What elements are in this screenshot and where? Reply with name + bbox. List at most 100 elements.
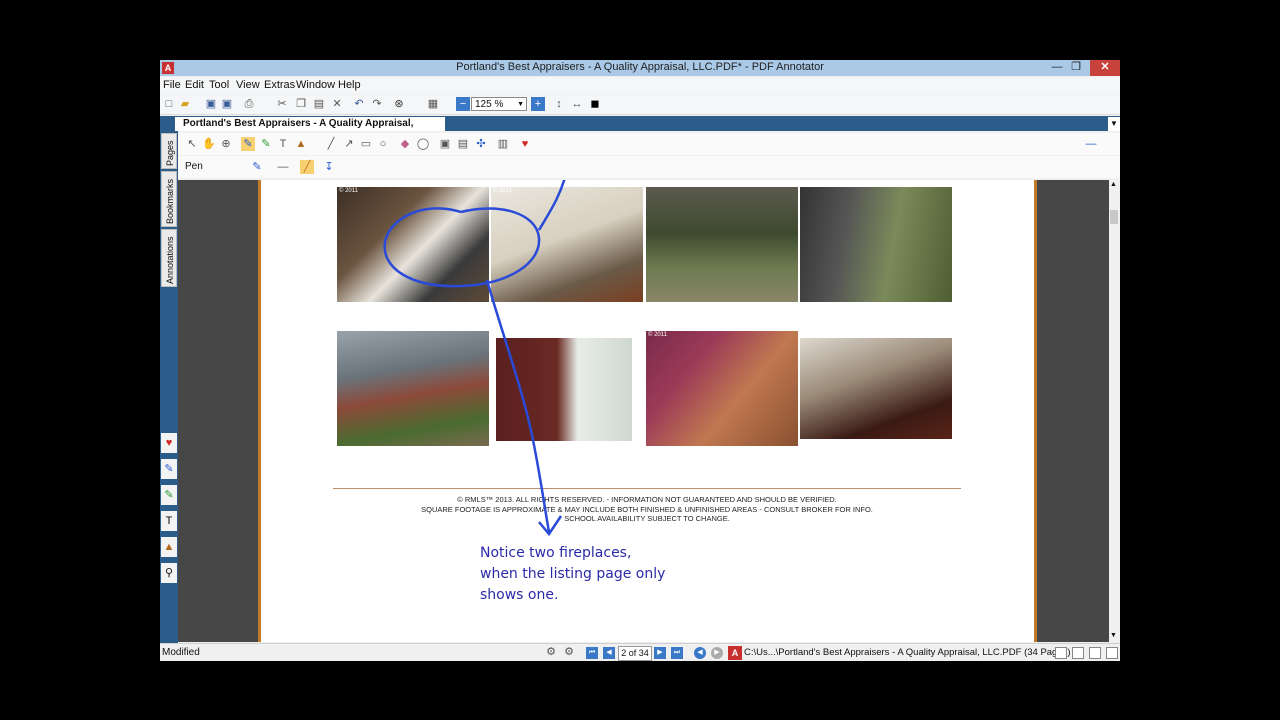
favorites-heart-icon[interactable]: ♥ <box>161 433 177 453</box>
title-bar: A Portland's Best Appraisers - A Quality… <box>160 60 1120 76</box>
ink-annotation-layer[interactable] <box>261 180 1034 642</box>
image-tool-icon[interactable]: ▣ <box>438 137 452 151</box>
page-layout-icon[interactable]: ▦ <box>426 97 440 111</box>
file-path: C:\Us...\Portland's Best Appraisers - A … <box>744 647 1071 658</box>
find-binoculars-icon[interactable]: ⊛ <box>392 97 406 111</box>
menu-file[interactable]: File <box>163 79 181 91</box>
menu-edit[interactable]: Edit <box>185 79 204 91</box>
paste-icon[interactable]: ▤ <box>312 97 326 111</box>
stamp-tool-icon[interactable]: ▲ <box>294 137 308 151</box>
zoom-tool-icon[interactable]: ⊕ <box>219 137 233 151</box>
single-page-view-icon[interactable] <box>1055 647 1067 659</box>
arrow-tool-icon[interactable]: ↗ <box>342 137 356 151</box>
smooth-stroke-icon[interactable]: ╱ <box>300 160 314 174</box>
pdf-file-icon: A <box>728 646 742 660</box>
scan-icon[interactable]: ⚙ <box>544 645 558 659</box>
next-page-icon[interactable]: ▶ <box>654 647 666 659</box>
save-icon[interactable]: ▣ <box>204 97 218 111</box>
scrollbar-thumb[interactable] <box>1110 210 1118 224</box>
first-page-icon[interactable]: ⏮ <box>586 647 598 659</box>
vertical-scrollbar[interactable]: ▲ ▼ <box>1109 180 1120 642</box>
rectangle-tool-icon[interactable]: ▭ <box>359 137 373 151</box>
grid-view-icon[interactable] <box>1106 647 1118 659</box>
undo-icon[interactable]: ↶ <box>352 97 366 111</box>
insert-page-icon[interactable]: ▥ <box>496 137 510 151</box>
close-button[interactable]: ✕ <box>1090 60 1120 76</box>
crop-icon[interactable]: ✣ <box>474 137 488 151</box>
pen-color-icon[interactable]: ✎ <box>250 160 264 174</box>
tab-list-dropdown-icon[interactable]: ▼ <box>1108 117 1120 131</box>
print-icon[interactable]: ⎙ <box>242 97 256 111</box>
menu-tool[interactable]: Tool <box>209 79 229 91</box>
copy-icon[interactable]: ❐ <box>294 97 308 111</box>
print-setup-icon[interactable]: ⚙ <box>562 645 576 659</box>
menu-extras[interactable]: Extras <box>264 79 295 91</box>
full-screen-icon[interactable]: ◼ <box>588 97 602 111</box>
favorites-heart-icon[interactable]: ♥ <box>518 137 532 151</box>
restore-button[interactable]: ❐ <box>1065 60 1087 76</box>
highlighter-tool-icon[interactable]: ✎ <box>259 137 273 151</box>
text-tool-icon[interactable]: T <box>276 137 290 151</box>
tab-pages[interactable]: Pages <box>161 133 177 169</box>
chevron-down-icon: ▼ <box>517 101 524 108</box>
pen-tool-icon[interactable]: ✎ <box>241 137 255 151</box>
last-page-icon[interactable]: ⏭ <box>671 647 683 659</box>
line-tool-icon[interactable]: ╱ <box>324 137 338 151</box>
collapse-toolbar-icon[interactable]: — <box>1084 137 1098 151</box>
current-tool-label: Pen <box>185 161 203 172</box>
stamp-icon[interactable]: ▲ <box>161 537 177 557</box>
open-folder-icon[interactable]: ▰ <box>178 97 192 111</box>
two-page-view-icon[interactable] <box>1089 647 1101 659</box>
menu-view[interactable]: View <box>236 79 260 91</box>
save-all-icon[interactable]: ▣ <box>220 97 234 111</box>
continuous-view-icon[interactable] <box>1072 647 1084 659</box>
annotation-toolbar: ↖ ✋ ⊕ ✎ ✎ T ▲ ╱ ↗ ▭ ○ ◆ ◯ ▣ ▤ ✣ ▥ ♥ — <box>178 133 1120 155</box>
ink-arrowhead-annotation <box>538 515 563 537</box>
left-sidebar: Pages Bookmarks Annotations ♥ ✎ ✎ T ▲ ⚲ <box>160 131 178 643</box>
fit-width-icon[interactable]: ↔ <box>570 97 584 111</box>
cut-icon[interactable]: ✂ <box>275 97 289 111</box>
scroll-down-icon[interactable]: ▼ <box>1110 632 1117 639</box>
ink-arrow-annotation <box>485 279 551 533</box>
highlighter-icon[interactable]: ✎ <box>161 485 177 505</box>
pen-properties-toolbar: Pen ✎ — ╱ ↧ <box>178 156 1120 178</box>
modified-status: Modified <box>162 647 200 658</box>
redo-icon[interactable]: ↷ <box>370 97 384 111</box>
text-tool-icon[interactable]: T <box>161 511 177 531</box>
tab-bookmarks[interactable]: Bookmarks <box>161 171 177 227</box>
zoom-out-icon[interactable]: − <box>456 97 470 111</box>
page-number-field[interactable]: 2 of 34 <box>618 646 652 661</box>
menu-window[interactable]: Window <box>296 79 335 91</box>
menu-help[interactable]: Help <box>338 79 361 91</box>
back-icon[interactable]: ◀ <box>694 647 706 659</box>
line-width-icon[interactable]: — <box>276 160 290 174</box>
scroll-up-icon[interactable]: ▲ <box>1110 181 1117 188</box>
status-bar: Modified ⚙ ⚙ ⏮ ◀ 2 of 34 ▶ ⏭ ◀ ▶ A C:\Us… <box>160 643 1120 661</box>
select-arrow-icon[interactable]: ↖ <box>185 137 199 151</box>
eraser-icon[interactable]: ◆ <box>398 137 412 151</box>
fit-height-icon[interactable]: ↕ <box>552 97 566 111</box>
pen-icon[interactable]: ✎ <box>161 459 177 479</box>
previous-page-icon[interactable]: ◀ <box>603 647 615 659</box>
hand-tool-icon[interactable]: ✋ <box>202 137 216 151</box>
window-title: Portland's Best Appraisers - A Quality A… <box>456 61 824 73</box>
tab-annotations[interactable]: Annotations <box>161 229 177 287</box>
delete-icon[interactable]: ✕ <box>330 97 344 111</box>
menu-bar: File Edit Tool View Extras Window Help <box>160 77 1120 94</box>
align-text-icon[interactable]: ↧ <box>322 160 336 174</box>
zoom-value: 125 % <box>475 99 504 110</box>
document-viewport[interactable]: © 2011 © 2011 © 2011 © RMLS™ 2013. ALL R… <box>178 180 1109 642</box>
lasso-icon[interactable]: ◯ <box>416 137 430 151</box>
pdf-page: © 2011 © 2011 © 2011 © RMLS™ 2013. ALL R… <box>258 180 1037 642</box>
zoom-select[interactable]: 125 % ▼ <box>471 97 527 111</box>
new-document-icon[interactable]: □ <box>162 97 176 111</box>
ink-stroke-annotation <box>537 180 566 231</box>
forward-icon[interactable]: ▶ <box>711 647 723 659</box>
document-tab[interactable]: Portland's Best Appraisers - A Quality A… <box>175 117 445 143</box>
main-toolbar: □ ▰ ▣ ▣ ⎙ ✂ ❐ ▤ ✕ ↶ ↷ ⊛ ▦ − 125 % ▼ + ↕ … <box>160 95 1120 115</box>
zoom-in-icon[interactable]: + <box>531 97 545 111</box>
ellipse-tool-icon[interactable]: ○ <box>376 137 390 151</box>
pushpin-icon[interactable]: ⚲ <box>161 563 177 583</box>
ink-circle-annotation <box>383 207 541 288</box>
snapshot-icon[interactable]: ▤ <box>456 137 470 151</box>
